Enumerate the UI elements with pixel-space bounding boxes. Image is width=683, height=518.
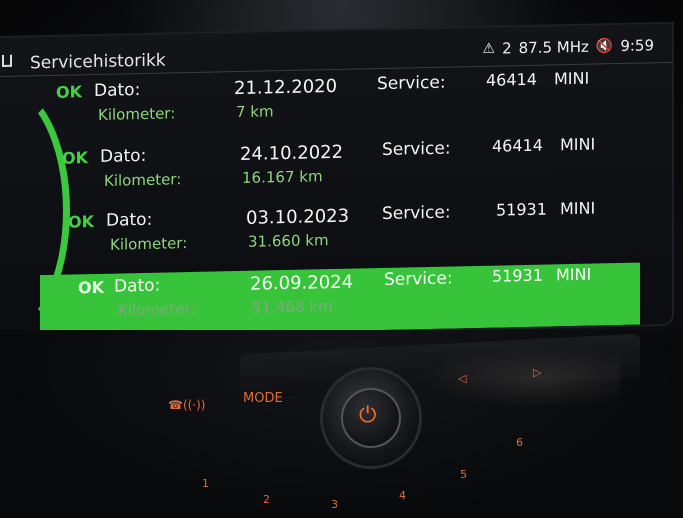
mileage: 31.660 km — [248, 231, 329, 251]
service-label: Service: — [382, 202, 451, 224]
previous-track-button[interactable]: ◁ — [458, 372, 466, 385]
status-bar: ⚠ 2 87.5 MHz 🔇 9:59 — [483, 36, 655, 58]
date-label: Dato: — [94, 80, 141, 102]
preset-button-5[interactable]: 5 — [460, 468, 467, 481]
status-ok: OK — [78, 277, 104, 298]
preset-button-6[interactable]: 6 — [516, 436, 523, 449]
clock: 9:59 — [620, 36, 654, 56]
home-icon[interactable] — [2, 54, 12, 67]
service-record[interactable]: OK Dato: 21.12.2020 Service: 46414 MINI … — [20, 67, 640, 142]
brand: MINI — [560, 198, 596, 219]
radio-frequency: 87.5 MHz — [518, 37, 589, 58]
brand: MINI — [554, 68, 590, 89]
brand: MINI — [556, 264, 592, 285]
service-date: 24.10.2022 — [240, 141, 344, 165]
brand: MINI — [560, 134, 596, 155]
phone-icon[interactable]: ☎((·)) — [168, 398, 206, 412]
service-code: 51931 — [496, 199, 547, 220]
control-panel: ☎((·)) MODE ⏻ ◁ ▷ 1 2 3 4 5 6 — [0, 330, 683, 518]
service-record-selected[interactable]: OK Dato: 26.09.2024 Service: 51931 MINI … — [40, 262, 640, 338]
mileage: 7 km — [236, 102, 274, 122]
power-icon: ⏻ — [359, 403, 377, 428]
status-ok: OK — [56, 82, 82, 102]
volume-knob[interactable]: ⏻ — [323, 370, 419, 466]
preset-button-1[interactable]: 1 — [202, 477, 209, 490]
date-label: Dato: — [114, 275, 161, 297]
service-label: Service: — [382, 138, 451, 160]
status-ok: OK — [68, 212, 94, 232]
service-code: 51931 — [492, 265, 543, 286]
service-date: 03.10.2023 — [246, 205, 350, 229]
preset-button-2[interactable]: 2 — [263, 493, 270, 506]
service-label: Service: — [384, 268, 453, 290]
km-label: Kilometer: — [104, 170, 182, 190]
warning-count: 2 — [502, 39, 512, 58]
date-label: Dato: — [106, 209, 153, 231]
service-label: Service: — [377, 72, 446, 95]
date-label: Dato: — [100, 145, 147, 167]
service-record[interactable]: OK Dato: 24.10.2022 Service: 46414 MINI … — [26, 132, 646, 207]
km-label: Kilometer: — [110, 234, 188, 254]
service-code: 46414 — [486, 69, 537, 90]
power-button[interactable]: ⏻ — [341, 388, 401, 448]
mileage: 51.468 km — [252, 297, 333, 317]
km-label: Kilometer: — [118, 299, 196, 320]
service-code: 46414 — [492, 135, 543, 156]
next-track-button[interactable]: ▷ — [533, 366, 541, 379]
glare-reflection — [420, 348, 620, 408]
warning-icon: ⚠ — [482, 40, 496, 57]
mute-icon: 🔇 — [595, 38, 614, 55]
page-title: Servicehistorikk — [30, 50, 166, 74]
display-screen: Servicehistorikk ⚠ 2 87.5 MHz 🔇 9:59 OK … — [0, 23, 672, 338]
preset-button-3[interactable]: 3 — [331, 498, 338, 511]
preset-button-4[interactable]: 4 — [399, 489, 406, 502]
service-date: 26.09.2024 — [250, 271, 354, 295]
service-record[interactable]: OK Dato: 03.10.2023 Service: 51931 MINI … — [32, 196, 652, 271]
status-ok: OK — [62, 148, 88, 168]
km-label: Kilometer: — [98, 104, 176, 124]
service-date: 21.12.2020 — [234, 75, 338, 100]
mode-button[interactable]: MODE — [243, 391, 283, 406]
mileage: 16.167 km — [242, 167, 323, 187]
